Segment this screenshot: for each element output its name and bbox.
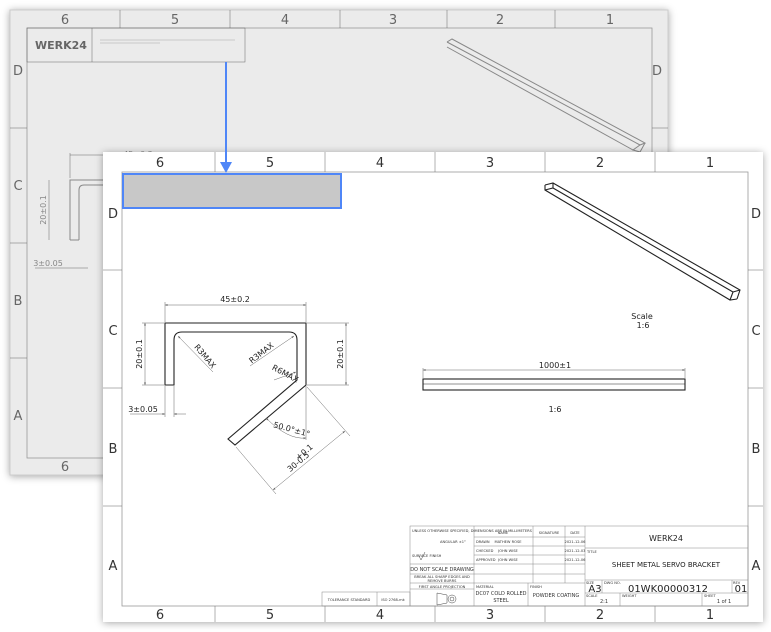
back-row-label: C: [13, 179, 22, 194]
row-label: C: [751, 324, 760, 339]
back-col-label: 5: [171, 13, 179, 28]
header-date: DATE: [570, 531, 580, 535]
header-name: NAME: [498, 531, 509, 535]
approval-role: APPROVED: [476, 558, 496, 562]
no-scale-note: DO NOT SCALE DRAWING: [410, 567, 474, 573]
dwg-no-label: DWG NO.: [604, 581, 621, 585]
approval-date: 2021-12-06: [565, 540, 587, 544]
drawing-canvas: 6 5 4 3 2 1 6 D C B A D WERK24 45±0.2 20…: [9, 9, 763, 623]
drawing-number: 01WK00000312: [628, 584, 708, 595]
col-label: 5: [266, 156, 274, 171]
projection-label: FIRST ANGLE PROJECTION: [419, 585, 466, 589]
row-label: B: [109, 442, 118, 457]
col-label: 4: [376, 608, 384, 623]
back-col-label: 6: [61, 460, 69, 475]
title-label: TITLE: [586, 550, 597, 554]
sheet-label: SHEET: [704, 594, 717, 598]
sheet-number: 1 of 1: [717, 599, 731, 605]
back-dim-height: 20±0.1: [39, 195, 48, 225]
col-label: 1: [706, 608, 714, 623]
dim-width: 45±0.2: [220, 295, 250, 304]
break-edges-note-2: REMOVE BURRS: [428, 579, 458, 583]
approval-name: MATHEW ROSE: [494, 540, 522, 544]
back-col-label: 3: [389, 13, 397, 28]
col-label: 3: [486, 156, 494, 171]
finish-label: FINISH: [530, 585, 542, 589]
back-logo: WERK24: [35, 39, 87, 52]
back-col-label: 2: [496, 13, 504, 28]
approval-name: JOHN WISE: [497, 558, 518, 562]
approval-role: DRAWN: [476, 540, 490, 544]
back-col-label: 4: [281, 13, 289, 28]
dim-length: 1000±1: [539, 361, 571, 370]
material-label: MATERIAL: [476, 585, 494, 589]
main-sheet: 6 5 4 3 2 1 6 5 4 3 2 1 D C B A D C B A: [103, 152, 763, 623]
side-scale: 1:6: [549, 405, 562, 414]
material-value: DC07 COLD ROLLED: [476, 591, 527, 597]
weight-label: WEIGHT: [622, 594, 637, 598]
revision: 01: [735, 584, 748, 595]
back-row-label: A: [14, 409, 23, 424]
row-label: B: [752, 442, 761, 457]
back-row-label: D: [13, 64, 23, 79]
dim-height-left: 20±0.1: [135, 339, 144, 369]
material-value-2: STEEL: [493, 598, 509, 604]
back-dim-thickness: 3±0.05: [33, 259, 63, 268]
scale-label: SCALE: [586, 594, 598, 598]
col-label: 6: [156, 608, 164, 623]
back-row-label: B: [14, 294, 23, 309]
drawing-title: SHEET METAL SERVO BRACKET: [612, 561, 721, 569]
scale-value: 2:1: [600, 599, 608, 605]
finish-value: POWDER COATING: [533, 593, 580, 599]
col-label: 6: [156, 156, 164, 171]
iso-scale-label: Scale: [631, 312, 653, 321]
col-label: 1: [706, 156, 714, 171]
header-signature: SIGNATURE: [539, 531, 560, 535]
row-label: A: [109, 559, 118, 574]
approval-role: CHECKED: [476, 549, 494, 553]
col-label: 3: [486, 608, 494, 623]
col-label: 4: [376, 156, 384, 171]
approval-date: 2021-12-06: [565, 558, 587, 562]
approval-name: JOHN WISE: [497, 549, 518, 553]
surface-finish: SURFACE FINISH: [412, 554, 442, 558]
col-label: 2: [596, 156, 604, 171]
tolerance-value: ISO 2768-mk: [381, 598, 405, 602]
highlighted-header-region[interactable]: [122, 173, 342, 209]
back-col-label: 1: [606, 13, 614, 28]
iso-scale-value: 1:6: [637, 321, 650, 330]
approval-date: 2021-12-03: [565, 549, 586, 553]
back-col-label: 6: [61, 13, 69, 28]
general-tolerance: UNLESS OTHERWISE SPECIFIED, DIMENSIONS A…: [412, 529, 533, 533]
company-name: WERK24: [649, 534, 683, 543]
col-label: 5: [266, 608, 274, 623]
angular-tolerance: ANGULAR ±1°: [440, 540, 466, 544]
row-label: D: [751, 207, 761, 222]
row-label: A: [752, 559, 761, 574]
row-label: C: [108, 324, 117, 339]
dim-height-right: 20±0.1: [336, 339, 345, 369]
col-label: 2: [596, 608, 604, 623]
row-label: D: [108, 207, 118, 222]
dim-thickness: 3±0.05: [128, 405, 158, 414]
tolerance-label: TOLERANCE STANDARD: [327, 598, 371, 602]
back-row-label: D: [652, 64, 662, 79]
